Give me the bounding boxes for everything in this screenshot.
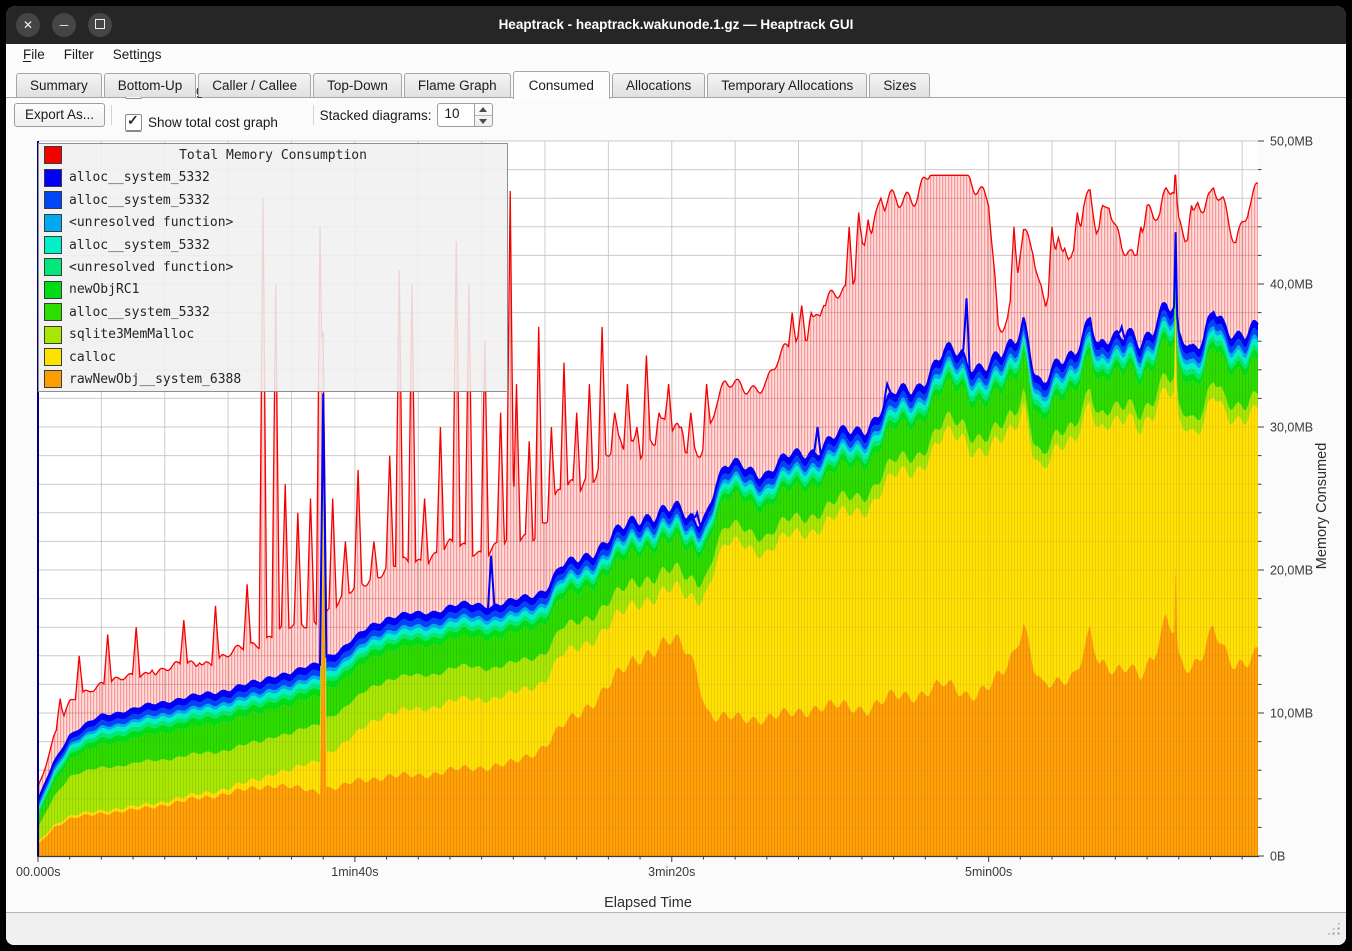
- legend-swatch: [44, 236, 62, 254]
- menu-item-settings[interactable]: Settings: [104, 44, 171, 65]
- legend-label: rawNewObj__system_6388: [69, 372, 241, 387]
- x-axis-title: Elapsed Time: [38, 895, 1258, 911]
- tab-allocations[interactable]: Allocations: [612, 73, 705, 97]
- y-tick-label: 20,0MB: [1270, 564, 1313, 578]
- legend-swatch: [44, 348, 62, 366]
- x-tick-label: 1min40s: [331, 865, 378, 879]
- app-window: ✕ ─ Heaptrack - heaptrack.wakunode.1.gz …: [6, 6, 1346, 945]
- tab-caller-callee[interactable]: Caller / Callee: [198, 73, 311, 97]
- stacked-diagrams-value[interactable]: 10: [437, 103, 474, 127]
- tab-sizes[interactable]: Sizes: [869, 73, 930, 97]
- arrow-down-icon: [479, 119, 487, 124]
- legend-item: alloc__system_5332: [39, 189, 507, 211]
- legend-item: alloc__system_5332: [39, 234, 507, 256]
- resize-grip-icon[interactable]: [1326, 921, 1341, 936]
- legend-label: alloc__system_5332: [69, 305, 210, 320]
- checkbox-show-total-cost-graph[interactable]: ✓ Show total cost graph: [125, 114, 300, 131]
- tab-consumed[interactable]: Consumed: [513, 71, 610, 99]
- legend-item: newObjRC1: [39, 279, 507, 301]
- y-tick-label: 50,0MB: [1270, 135, 1313, 149]
- checkmark-icon: ✓: [127, 112, 139, 129]
- legend-swatch: [44, 281, 62, 299]
- stacked-diagrams-label: Stacked diagrams:: [320, 108, 432, 123]
- legend-swatch: [44, 303, 62, 321]
- legend-item: alloc__system_5332: [39, 301, 507, 323]
- checkbox-label: Show total cost graph: [148, 115, 278, 130]
- legend-item: sqlite3MemMalloc: [39, 324, 507, 346]
- menu-item-file[interactable]: File: [14, 44, 54, 65]
- legend-label: alloc__system_5332: [69, 170, 210, 185]
- legend-item: rawNewObj__system_6388: [39, 368, 507, 390]
- x-tick-label: 3min20s: [648, 865, 695, 879]
- legend-item: alloc__system_5332: [39, 167, 507, 189]
- toolbar: Export As... ✓Show legend✓Show total cos…: [6, 98, 1346, 132]
- legend-label: Total Memory Consumption: [39, 148, 507, 163]
- menubar: FileFilterSettings: [6, 44, 1346, 68]
- y-tick-label: 10,0MB: [1270, 707, 1313, 721]
- tab-temporary-allocations[interactable]: Temporary Allocations: [707, 73, 867, 97]
- legend-label: newObjRC1: [69, 282, 139, 297]
- legend-swatch: [44, 326, 62, 344]
- menu-item-filter[interactable]: Filter: [55, 44, 103, 65]
- spin-up-button[interactable]: [475, 104, 492, 116]
- x-tick-label: 5min00s: [965, 865, 1012, 879]
- y-axis-title: Memory Consumed: [1314, 443, 1330, 570]
- legend-label: <unresolved function>: [69, 260, 233, 275]
- legend-label: calloc: [69, 350, 116, 365]
- tab-bottom-up[interactable]: Bottom-Up: [104, 73, 197, 97]
- y-tick-label: 30,0MB: [1270, 421, 1313, 435]
- toolbar-separator: [111, 105, 112, 125]
- legend-swatch: [44, 370, 62, 388]
- legend-swatch: [44, 258, 62, 276]
- legend-swatch: [44, 214, 62, 232]
- tab-top-down[interactable]: Top-Down: [313, 73, 402, 97]
- legend-swatch: [44, 169, 62, 187]
- y-tick-label: 40,0MB: [1270, 278, 1313, 292]
- memory-consumption-chart[interactable]: 00.000s 1min40s 3min20s 5min00s 0B 10,0MB 20,0…: [6, 132, 1346, 912]
- y-tick-label: 0B: [1270, 850, 1285, 864]
- tab-bar: SummaryBottom-UpCaller / CalleeTop-DownF…: [6, 68, 1346, 98]
- legend-label: alloc__system_5332: [69, 238, 210, 253]
- legend-swatch: [44, 191, 62, 209]
- tab-flame-graph[interactable]: Flame Graph: [404, 73, 511, 97]
- window-title: Heaptrack - heaptrack.wakunode.1.gz — He…: [6, 6, 1346, 44]
- toolbar-separator: [313, 105, 314, 125]
- legend-label: <unresolved function>: [69, 215, 233, 230]
- export-as-button[interactable]: Export As...: [14, 103, 105, 127]
- stacked-diagrams-stepper[interactable]: 10: [437, 103, 493, 127]
- status-bar: [6, 912, 1346, 945]
- x-tick-label: 00.000s: [16, 865, 60, 879]
- legend-item: <unresolved function>: [39, 256, 507, 278]
- legend-label: sqlite3MemMalloc: [69, 327, 194, 342]
- chart-legend: Total Memory Consumption alloc__system_53…: [38, 143, 508, 392]
- titlebar[interactable]: ✕ ─ Heaptrack - heaptrack.wakunode.1.gz …: [6, 6, 1346, 44]
- tab-summary[interactable]: Summary: [16, 73, 102, 97]
- arrow-up-icon: [479, 107, 487, 112]
- spin-down-button[interactable]: [475, 116, 492, 127]
- legend-title-row: Total Memory Consumption: [39, 144, 507, 166]
- legend-item: <unresolved function>: [39, 212, 507, 234]
- legend-label: alloc__system_5332: [69, 193, 210, 208]
- legend-item: calloc: [39, 346, 507, 368]
